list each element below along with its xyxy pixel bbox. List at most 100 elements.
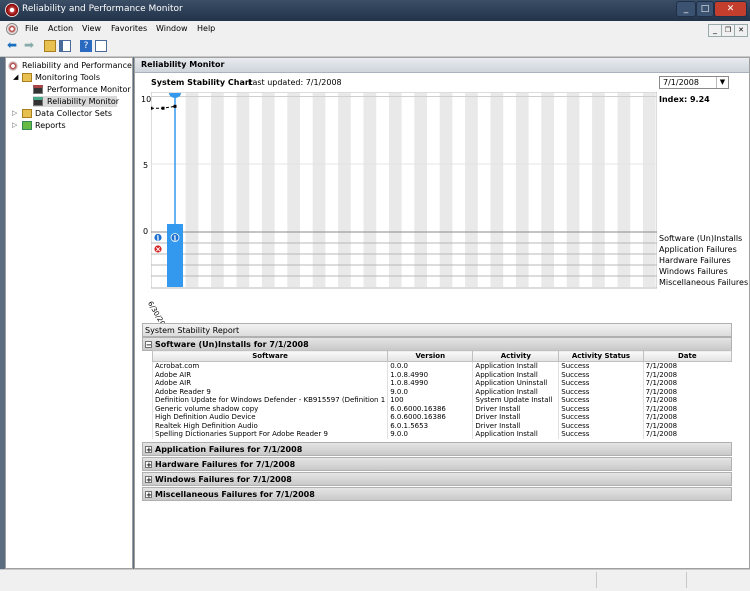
table-row[interactable]: High Definition Audio Device 6.0.6000.163… [151,413,732,422]
expand-icon[interactable]: + [145,476,152,484]
tree-item-reports[interactable]: Reports [35,121,66,130]
group-hardware-failures[interactable]: + Hardware Failures for 7/1/2008 [142,457,732,471]
performance-monitor-icon [33,85,43,94]
tree-item-reliability-monitor[interactable]: Reliability Monitor [47,97,119,106]
column-header-software[interactable]: Software [151,350,389,362]
y-tick-label: 10 [141,95,152,104]
expand-arrow-icon[interactable]: ◢ [13,73,18,81]
help-icon[interactable]: ? [80,40,92,52]
cell-date: 7/1/2008 [642,421,732,430]
menu-window[interactable]: Window [156,24,188,33]
close-button[interactable]: ✕ [714,1,747,17]
column-header-date[interactable]: Date [642,350,733,362]
stability-chart[interactable]: i i × [151,92,657,292]
tree-item-monitoring-tools[interactable]: Monitoring Tools [35,73,100,82]
cell-activity-status: Success [558,361,644,371]
column-header-version[interactable]: Version [387,350,474,362]
cell-activity-status: Success [558,413,644,422]
data-point [173,104,177,108]
status-divider [596,572,597,588]
group-title: Software (Un)Installs for 7/1/2008 [155,340,309,349]
table-row[interactable]: Acrobat.com 0.0.0 Application Install Succe… [151,361,732,371]
group-misc-failures[interactable]: + Miscellaneous Failures for 7/1/2008 [142,487,732,501]
expand-icon[interactable]: + [145,491,152,499]
software-installs-table: Software Version Activity Activity Statu… [151,350,733,439]
day-column [465,93,478,287]
info-icon-glyph: i [174,233,177,242]
dropdown-arrow-icon[interactable]: ▼ [716,77,728,88]
collapse-arrow-icon[interactable]: ▷ [12,121,17,129]
cell-version: 1.0.8.4990 [387,370,473,379]
table-row[interactable]: Spelling Dictionaries Support For Adobe … [151,430,732,439]
up-folder-icon[interactable] [44,40,56,52]
info-icon-glyph: i [157,233,160,242]
pane-header: Reliability Monitor [135,58,749,73]
cell-activity-status: Success [558,396,644,405]
day-column [617,93,631,287]
menu-view[interactable]: View [82,24,101,33]
cell-software: Adobe AIR [151,370,388,379]
cell-version: 100 [387,396,473,405]
child-minimize-button[interactable]: _ [708,24,722,37]
report-header: System Stability Report [142,323,732,337]
collapse-icon[interactable]: − [145,341,152,349]
table-row[interactable]: Adobe AIR 1.0.8.4990 Application Uninstall… [151,379,732,388]
child-restore-button[interactable]: ❐ [721,24,735,37]
row-label-hardware-failures: Hardware Failures [659,256,731,265]
collapse-arrow-icon[interactable]: ▷ [12,109,17,117]
cell-date: 7/1/2008 [642,404,732,413]
table-row[interactable]: Adobe AIR 1.0.8.4990 Application Install Su… [151,370,732,379]
app-icon[interactable] [5,3,19,17]
group-title: Miscellaneous Failures for 7/1/2008 [155,490,315,499]
day-column [541,93,554,287]
menu-file[interactable]: File [25,24,38,33]
window-title: Reliability and Performance Monitor [22,4,183,14]
child-close-button[interactable]: ✕ [734,24,748,37]
cell-date: 7/1/2008 [642,430,732,439]
cell-software: Adobe AIR [151,379,388,388]
date-select-value: 7/1/2008 [663,78,699,87]
report-title: System Stability Report [145,326,240,335]
reports-icon [22,121,32,130]
table-row[interactable]: Adobe Reader 9 9.0.0 Application Install Su… [151,387,732,396]
column-header-activity[interactable]: Activity [472,350,560,362]
toolbar: ⬅ ➡ ? [0,38,750,57]
reliability-performance-icon [8,61,18,71]
expand-icon[interactable]: + [145,446,152,454]
column-header-activity-status[interactable]: Activity Status [558,350,644,362]
back-arrow-icon[interactable]: ⬅ [7,39,19,52]
table-row[interactable]: Generic volume shadow copy 6.0.6000.16386… [151,404,732,413]
table-row[interactable]: Realtek High Definition Audio 6.0.1.5653 D… [151,421,732,430]
cell-activity: Application Install [472,387,559,396]
menu-favorites[interactable]: Favorites [111,24,147,33]
menu-help[interactable]: Help [197,24,215,33]
chart-title: System Stability Chart [151,78,253,87]
main-pane: Reliability Monitor System Stability Cha… [134,57,750,569]
error-icon-glyph: × [155,246,161,254]
group-windows-failures[interactable]: + Windows Failures for 7/1/2008 [142,472,732,486]
tree-item-reliability-performance[interactable]: Reliability and Performance [22,61,132,70]
day-column [211,93,224,287]
data-point [151,106,153,110]
day-column [236,93,250,287]
cell-activity-status: Success [558,370,644,379]
day-column [363,93,377,287]
group-application-failures[interactable]: + Application Failures for 7/1/2008 [142,442,732,456]
tree-item-performance-monitor[interactable]: Performance Monitor [47,85,131,94]
mmc-icon[interactable] [6,23,18,35]
cell-activity: Application Install [472,430,559,439]
cell-activity: Driver Install [472,413,559,422]
properties-icon[interactable] [95,40,107,52]
menu-action[interactable]: Action [48,24,73,33]
forward-arrow-icon[interactable]: ➡ [24,39,36,52]
maximize-button[interactable]: □ [696,1,714,17]
group-software-installs[interactable]: − Software (Un)Installs for 7/1/2008 [142,337,732,351]
cell-version: 1.0.8.4990 [387,379,473,388]
expand-icon[interactable]: + [145,461,152,469]
date-select[interactable]: 7/1/2008 ▼ [659,76,729,89]
show-hide-tree-icon[interactable] [59,40,71,52]
minimize-button[interactable]: _ [676,1,696,17]
tree-item-data-collector-sets[interactable]: Data Collector Sets [35,109,112,118]
day-column [566,93,580,287]
table-row[interactable]: Definition Update for Windows Defender -… [151,396,732,405]
